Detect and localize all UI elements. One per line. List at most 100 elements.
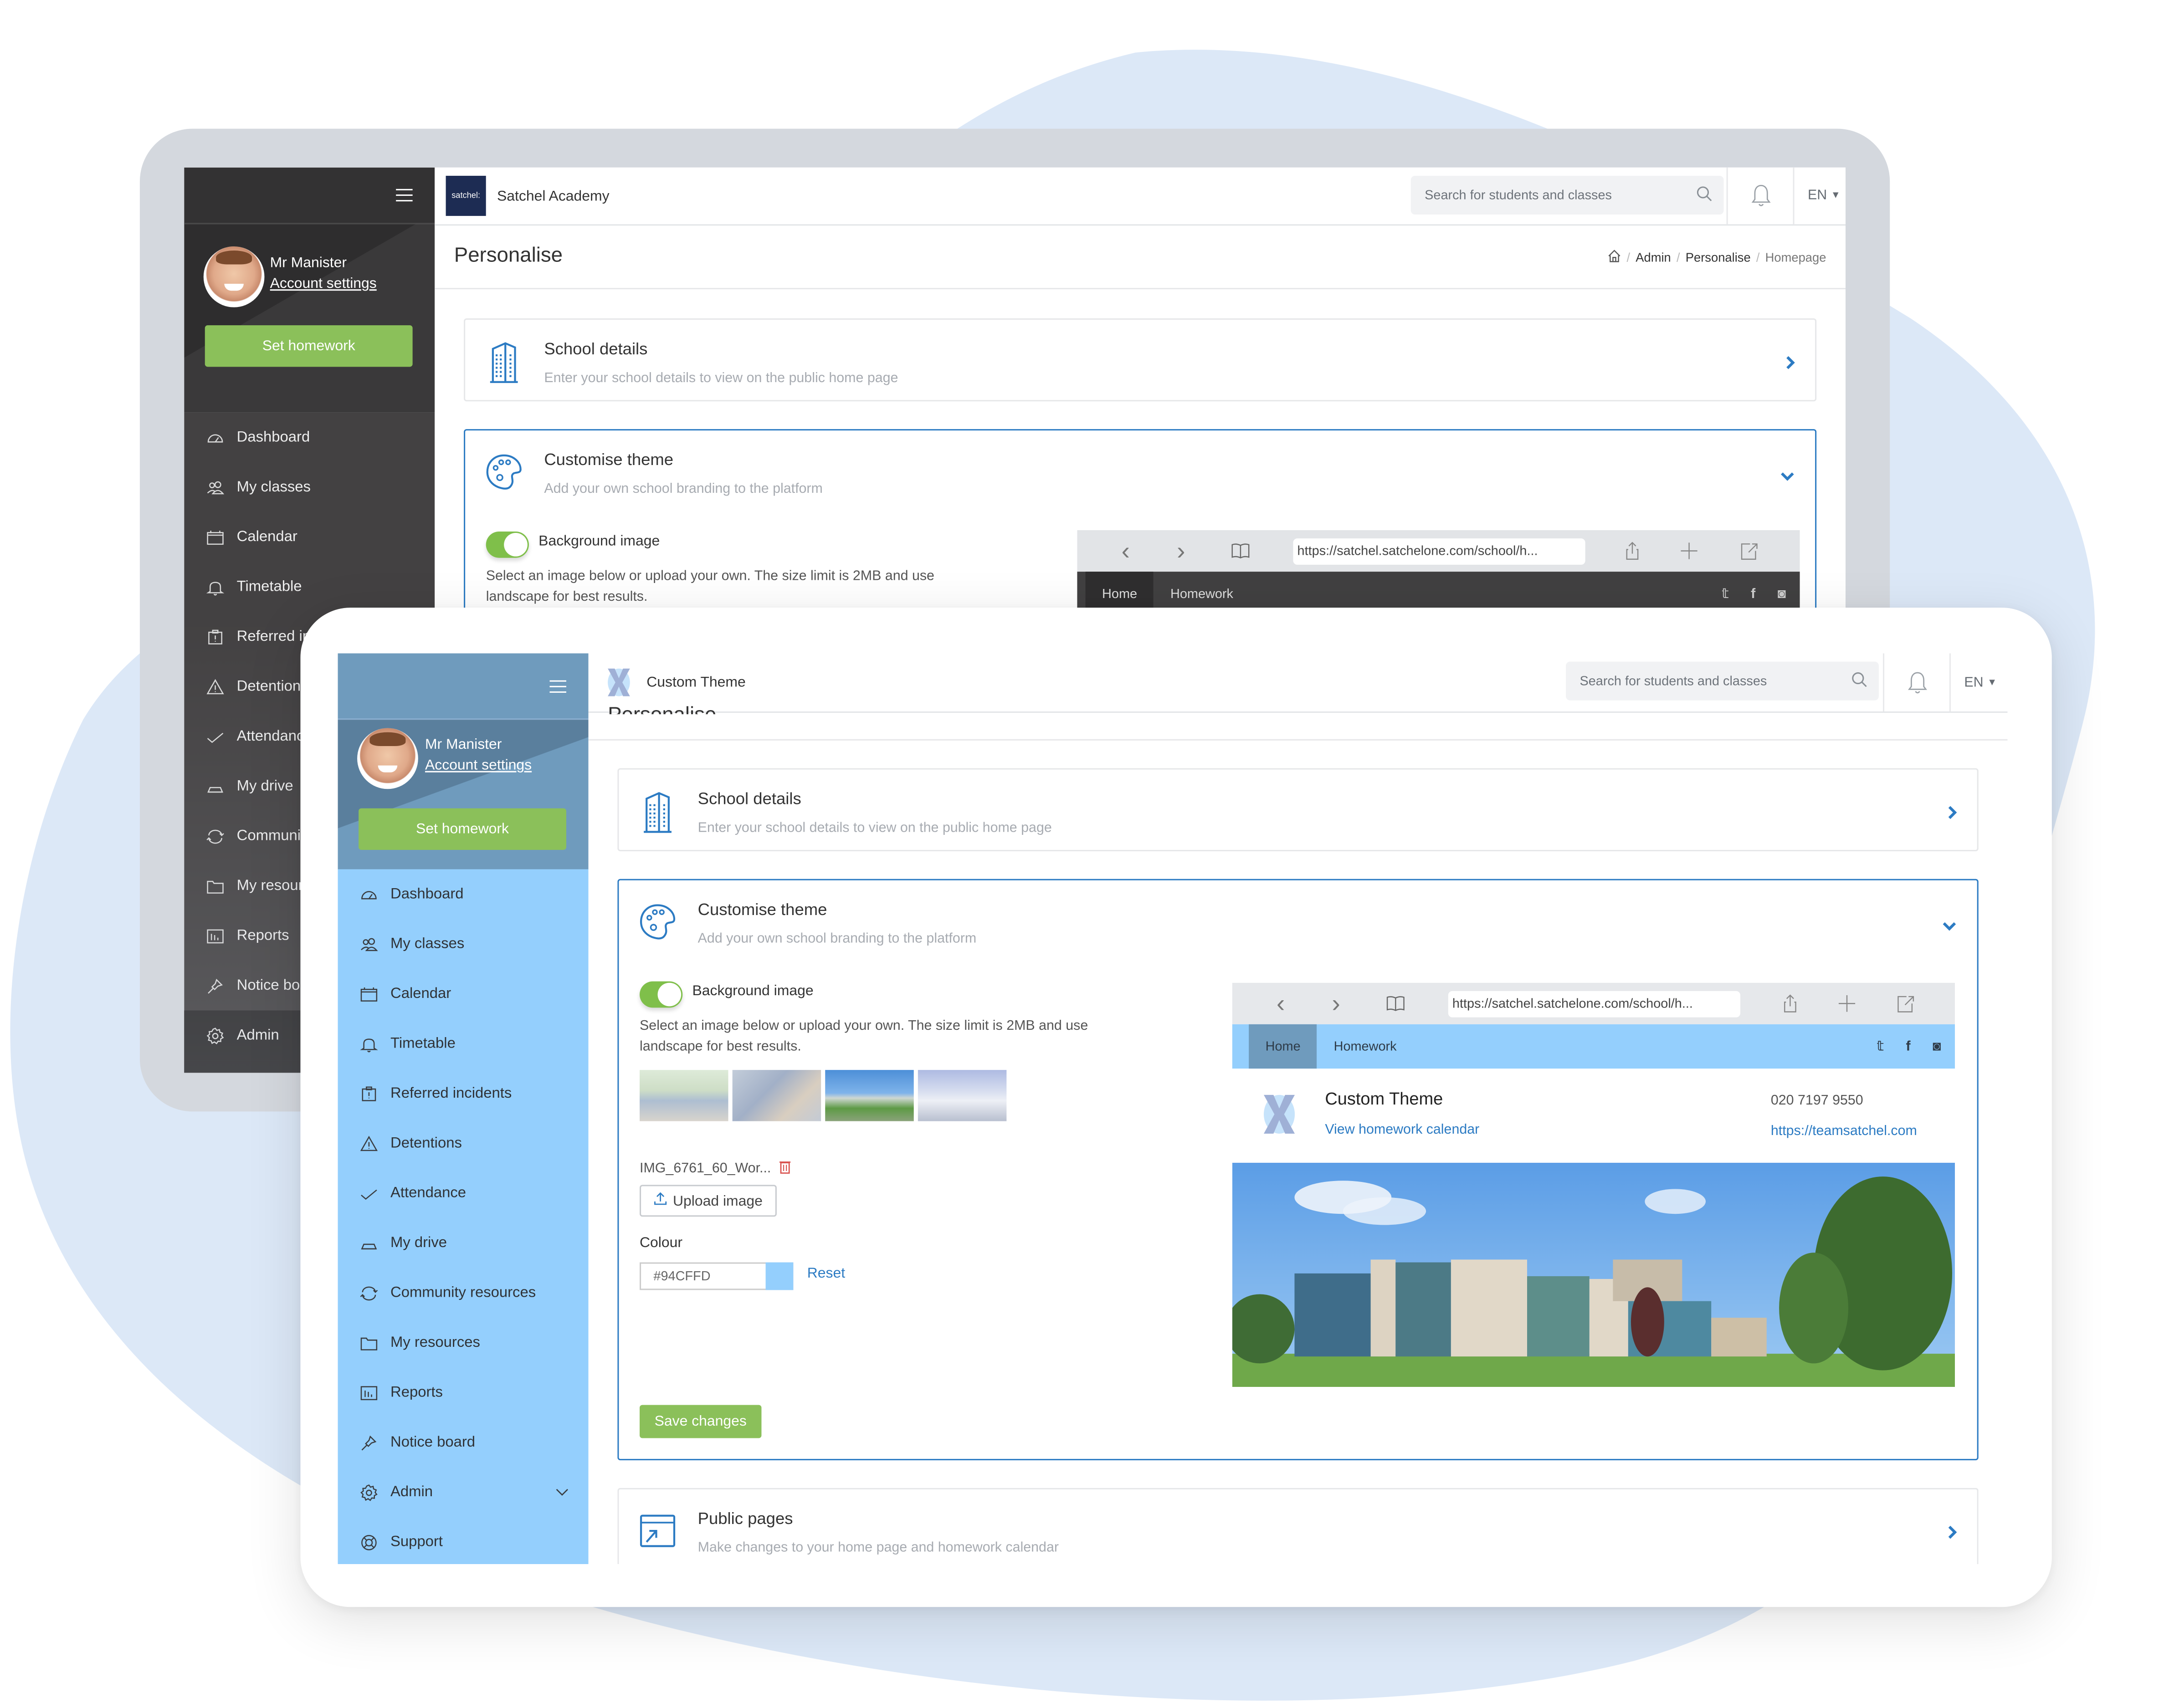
sidebar-item-label: Support <box>390 1534 443 1550</box>
open-external-icon[interactable] <box>1739 541 1759 561</box>
preview-tab-home[interactable]: Home <box>1085 572 1154 614</box>
instagram-icon[interactable]: ◙ <box>1778 586 1786 601</box>
sidebar-item-reports[interactable]: Reports <box>338 1368 589 1417</box>
marketing-stage: Mr Manister Account settings Set homewor… <box>0 0 2164 1708</box>
breadcrumb-personalise[interactable]: Personalise <box>1686 251 1751 264</box>
hamburger-menu-icon[interactable] <box>549 680 566 692</box>
forward-arrow-icon[interactable]: › <box>1326 991 1346 1016</box>
chevron-down-icon[interactable] <box>1779 464 1795 489</box>
search-input[interactable]: Search for students and classes <box>1410 175 1724 215</box>
sidebar-item-my-classes[interactable]: My classes <box>184 462 435 512</box>
sidebar-item-timetable[interactable]: Timetable <box>338 1019 589 1069</box>
sidebar-item-community-resources[interactable]: Community resources <box>338 1268 589 1318</box>
language-selector[interactable]: EN ▼ <box>1949 653 2008 712</box>
chevron-down-icon[interactable] <box>555 1484 569 1500</box>
instagram-icon[interactable]: ◙ <box>1933 1039 1941 1054</box>
account-settings-link[interactable]: Account settings <box>425 757 532 773</box>
share-icon[interactable] <box>1780 994 1800 1013</box>
set-homework-button[interactable]: Set homework <box>359 808 566 850</box>
building-icon <box>485 342 523 384</box>
open-external-icon[interactable] <box>1895 994 1915 1013</box>
background-image-toggle[interactable] <box>486 531 529 558</box>
url-bar[interactable]: https://satchel.satchelone.com/school/h.… <box>1448 991 1741 1018</box>
lifebuoy-icon <box>360 1533 378 1551</box>
account-settings-link[interactable]: Account settings <box>270 276 377 292</box>
school-details-card[interactable]: School details Enter your school details… <box>617 768 1979 851</box>
preview-tab-homework[interactable]: Homework <box>1154 572 1250 613</box>
twitter-icon[interactable]: 𝕥 <box>1722 586 1728 601</box>
colour-swatch[interactable] <box>765 1262 794 1290</box>
back-arrow-icon[interactable]: ‹ <box>1116 538 1135 563</box>
sidebar-item-notice-board[interactable]: Notice board <box>338 1417 589 1467</box>
check-icon <box>206 727 225 746</box>
school-website-link[interactable]: https://teamsatchel.com <box>1771 1124 1917 1139</box>
sidebar-item-attendance[interactable]: Attendance <box>338 1168 589 1218</box>
home-icon[interactable] <box>1607 249 1621 266</box>
set-homework-button[interactable]: Set homework <box>205 325 413 367</box>
sidebar-item-calendar[interactable]: Calendar <box>338 969 589 1018</box>
user-name: Mr Manister <box>425 736 502 753</box>
sidebar-item-support[interactable]: Support <box>338 1517 589 1564</box>
upload-image-button[interactable]: Upload image <box>640 1185 777 1217</box>
school-details-card[interactable]: School details Enter your school details… <box>464 318 1817 402</box>
chevron-right-icon[interactable] <box>1785 353 1795 378</box>
warning-icon <box>360 1134 378 1152</box>
new-tab-icon[interactable] <box>1679 541 1699 561</box>
new-tab-icon[interactable] <box>1837 994 1857 1013</box>
sidebar-item-detentions[interactable]: Detentions <box>338 1119 589 1168</box>
notifications-button[interactable] <box>1883 653 1949 712</box>
public-pages-icon <box>638 1512 677 1553</box>
background-thumbnail-sports-team[interactable] <box>640 1070 728 1121</box>
sidebar-item-dashboard[interactable]: Dashboard <box>338 869 589 919</box>
sidebar-item-label: Timetable <box>236 578 302 595</box>
customise-theme-card: Customise theme Add your own school bran… <box>617 879 1979 1461</box>
sidebar-item-referred-incidents[interactable]: Referred incidents <box>338 1069 589 1118</box>
sync-icon <box>206 827 225 845</box>
school-logo <box>605 667 633 698</box>
sidebar-item-calendar[interactable]: Calendar <box>184 512 435 562</box>
bookmarks-icon[interactable] <box>1231 541 1251 561</box>
preview-tab-home[interactable]: Home <box>1249 1024 1318 1069</box>
sidebar-item-my-resources[interactable]: My resources <box>338 1318 589 1367</box>
sidebar-item-timetable[interactable]: Timetable <box>184 562 435 612</box>
sidebar-item-my-classes[interactable]: My classes <box>338 919 589 969</box>
sidebar-item-admin[interactable]: Admin <box>338 1467 589 1517</box>
background-thumbnail-students-studying[interactable] <box>732 1070 821 1121</box>
trash-icon[interactable] <box>779 1160 790 1178</box>
facebook-icon[interactable]: f <box>1751 586 1755 601</box>
sidebar-item-label: Dashboard <box>236 429 310 446</box>
chevron-right-icon[interactable] <box>1947 803 1958 828</box>
preview-tab-homework[interactable]: Homework <box>1317 1024 1413 1069</box>
twitter-icon[interactable]: 𝕥 <box>1877 1039 1883 1054</box>
breadcrumb: / Admin / Personalise / Homepage <box>1607 249 1826 266</box>
background-image-toggle[interactable] <box>640 981 683 1008</box>
sidebar-item-dashboard[interactable]: Dashboard <box>184 413 435 462</box>
public-pages-card[interactable]: Public pages Make changes to your home p… <box>617 1488 1979 1565</box>
breadcrumb-admin[interactable]: Admin <box>1636 251 1671 264</box>
view-homework-calendar-link[interactable]: View homework calendar <box>1325 1123 1479 1138</box>
language-selector[interactable]: EN ▼ <box>1793 167 1846 225</box>
url-bar[interactable]: https://satchel.satchelone.com/school/h.… <box>1293 538 1585 565</box>
sidebar-item-label: My resources <box>390 1334 480 1351</box>
hamburger-menu-icon[interactable] <box>396 189 413 202</box>
background-thumbnail-office-building[interactable] <box>918 1070 1007 1121</box>
back-arrow-icon[interactable]: ‹ <box>1271 991 1291 1016</box>
chevron-down-icon[interactable] <box>1941 914 1958 939</box>
check-icon <box>360 1184 378 1202</box>
background-thumbnail-school-building[interactable] <box>825 1070 914 1121</box>
sidebar-item-my-drive[interactable]: My drive <box>338 1218 589 1268</box>
save-changes-button[interactable]: Save changes <box>640 1405 762 1438</box>
reset-colour-link[interactable]: Reset <box>807 1265 845 1282</box>
notifications-button[interactable] <box>1726 167 1793 225</box>
share-icon[interactable] <box>1623 541 1642 561</box>
front-device-screen: Mr Manister Account settings Set homewor… <box>338 653 2008 1565</box>
facebook-icon[interactable]: f <box>1906 1039 1911 1054</box>
forward-arrow-icon[interactable]: › <box>1171 538 1191 563</box>
avatar <box>203 246 265 307</box>
sidebar-item-label: My drive <box>236 777 293 795</box>
chevron-right-icon[interactable] <box>1947 1523 1958 1548</box>
bookmarks-icon[interactable] <box>1386 994 1405 1013</box>
user-name: Mr Manister <box>270 255 347 271</box>
search-input[interactable]: Search for students and classes <box>1566 661 1879 701</box>
folder-icon <box>360 1334 378 1352</box>
